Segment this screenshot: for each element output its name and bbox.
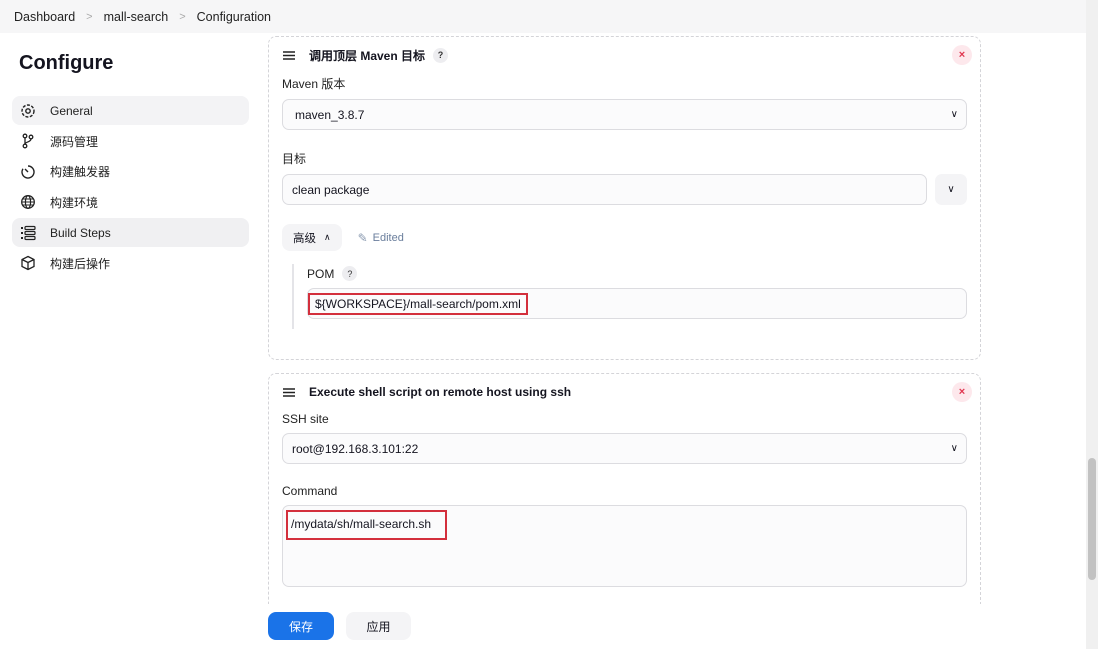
sidebar-item-scm[interactable]: 源码管理 <box>12 127 249 156</box>
breadcrumb-dashboard[interactable]: Dashboard <box>14 10 75 24</box>
sidebar: General 源码管理 构建触发器 构建环境 Build Steps 构建后操… <box>12 96 249 279</box>
chevron-up-icon: ∧ <box>324 232 331 242</box>
advanced-button[interactable]: 高级 ∧ <box>282 224 342 251</box>
ssh-site-value: root@192.168.3.101:22 <box>292 441 419 456</box>
sidebar-item-environment[interactable]: 构建环境 <box>12 188 249 217</box>
sidebar-item-build-steps[interactable]: Build Steps <box>12 218 249 247</box>
breadcrumb: Dashboard > mall-search > Configuration <box>0 0 1086 33</box>
scrollbar-thumb[interactable] <box>1088 458 1096 580</box>
sidebar-item-general[interactable]: General <box>12 96 249 125</box>
globe-icon <box>21 195 35 209</box>
sidebar-item-label: 构建后操作 <box>50 256 111 271</box>
pom-input[interactable]: ${WORKSPACE}/mall-search/pom.xml <box>307 288 967 319</box>
command-textarea[interactable]: /mydata/sh/mall-search.sh <box>282 505 967 587</box>
list-icon <box>21 225 36 240</box>
gear-icon <box>21 103 35 118</box>
pencil-icon: ✎ <box>357 230 368 245</box>
goals-value: clean package <box>292 182 370 197</box>
advanced-label: 高级 <box>293 232 316 245</box>
edited-label: Edited <box>372 231 404 244</box>
chevron-down-icon: ∨ <box>950 109 958 120</box>
help-icon[interactable]: ? <box>342 266 358 281</box>
ssh-site-label: SSH site <box>282 412 329 426</box>
maven-version-label: Maven 版本 <box>282 77 346 91</box>
timer-icon <box>21 164 35 179</box>
maven-version-select[interactable]: maven_3.8.7 ∨ <box>282 99 967 130</box>
sidebar-item-label: 构建环境 <box>50 195 99 210</box>
help-icon[interactable]: ? <box>433 47 449 63</box>
save-button[interactable]: 保存 <box>268 612 334 640</box>
chevron-right-icon: > <box>179 10 186 23</box>
apply-button[interactable]: 应用 <box>346 612 411 640</box>
close-icon[interactable]: × <box>952 382 972 402</box>
expand-goals-button[interactable]: ∨ <box>935 174 967 205</box>
drag-handle-icon[interactable] <box>283 50 295 60</box>
sidebar-item-triggers[interactable]: 构建触发器 <box>12 157 249 186</box>
maven-build-step: 调用顶层 Maven 目标? × Maven 版本 maven_3.8.7 ∨ 目标… <box>268 36 981 360</box>
page-title: Configure <box>19 52 114 74</box>
step-title: Execute shell script on remote host usin… <box>309 385 572 399</box>
command-value: /mydata/sh/mall-search.sh <box>286 510 448 540</box>
command-label: Command <box>282 484 338 498</box>
sidebar-item-label: 源码管理 <box>50 134 99 149</box>
drag-handle-icon[interactable] <box>283 387 295 397</box>
ssh-site-select[interactable]: root@192.168.3.101:22 ∨ <box>282 433 967 464</box>
maven-version-value: maven_3.8.7 <box>295 107 365 122</box>
chevron-down-icon: ∨ <box>950 443 958 454</box>
pom-value: ${WORKSPACE}/mall-search/pom.xml <box>308 292 528 315</box>
step-title: 调用顶层 Maven 目标 <box>309 48 426 63</box>
sidebar-item-label: 构建触发器 <box>50 165 111 179</box>
sidebar-item-post-build[interactable]: 构建后操作 <box>12 249 249 278</box>
close-icon[interactable]: × <box>952 45 972 65</box>
scrollbar[interactable] <box>1086 0 1098 649</box>
pom-label: POM <box>307 266 335 281</box>
breadcrumb-configuration[interactable]: Configuration <box>197 10 271 24</box>
sidebar-item-label: General <box>50 103 93 118</box>
goals-label: 目标 <box>282 152 307 166</box>
advanced-section: POM? ${WORKSPACE}/mall-search/pom.xml <box>292 264 967 329</box>
package-icon <box>21 255 35 271</box>
ssh-build-step: Execute shell script on remote host usin… <box>268 373 981 613</box>
branch-icon <box>22 133 34 149</box>
chevron-right-icon: > <box>86 10 93 23</box>
breadcrumb-project[interactable]: mall-search <box>104 10 169 24</box>
goals-input[interactable]: clean package <box>282 174 928 205</box>
sidebar-item-label: Build Steps <box>50 225 111 240</box>
